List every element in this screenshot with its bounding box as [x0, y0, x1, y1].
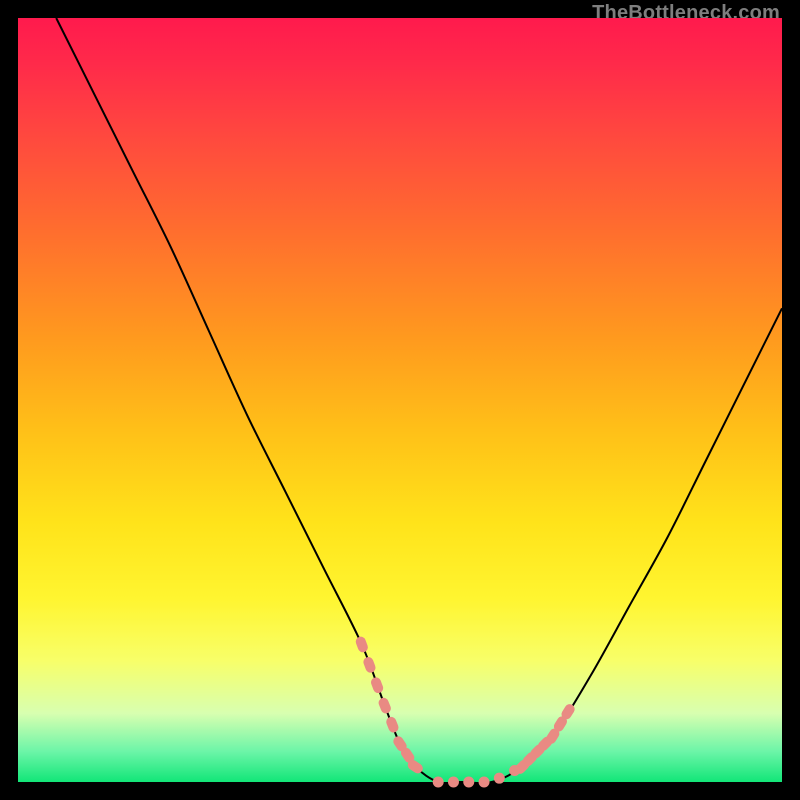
- highlight-marker: [370, 676, 385, 694]
- highlight-marker: [377, 696, 392, 715]
- plot-area: [18, 18, 782, 782]
- valley-marker: [494, 773, 505, 784]
- valley-marker: [433, 777, 444, 788]
- curve-path: [56, 18, 782, 783]
- highlight-marker: [362, 656, 377, 674]
- valley-marker: [463, 777, 474, 788]
- highlight-marker: [385, 715, 400, 734]
- valley-marker: [479, 777, 490, 788]
- chart-stage: TheBottleneck.com: [0, 0, 800, 800]
- highlight-marker: [354, 635, 369, 653]
- bottleneck-curve: [18, 18, 782, 782]
- valley-marker: [509, 765, 520, 776]
- valley-marker: [448, 777, 459, 788]
